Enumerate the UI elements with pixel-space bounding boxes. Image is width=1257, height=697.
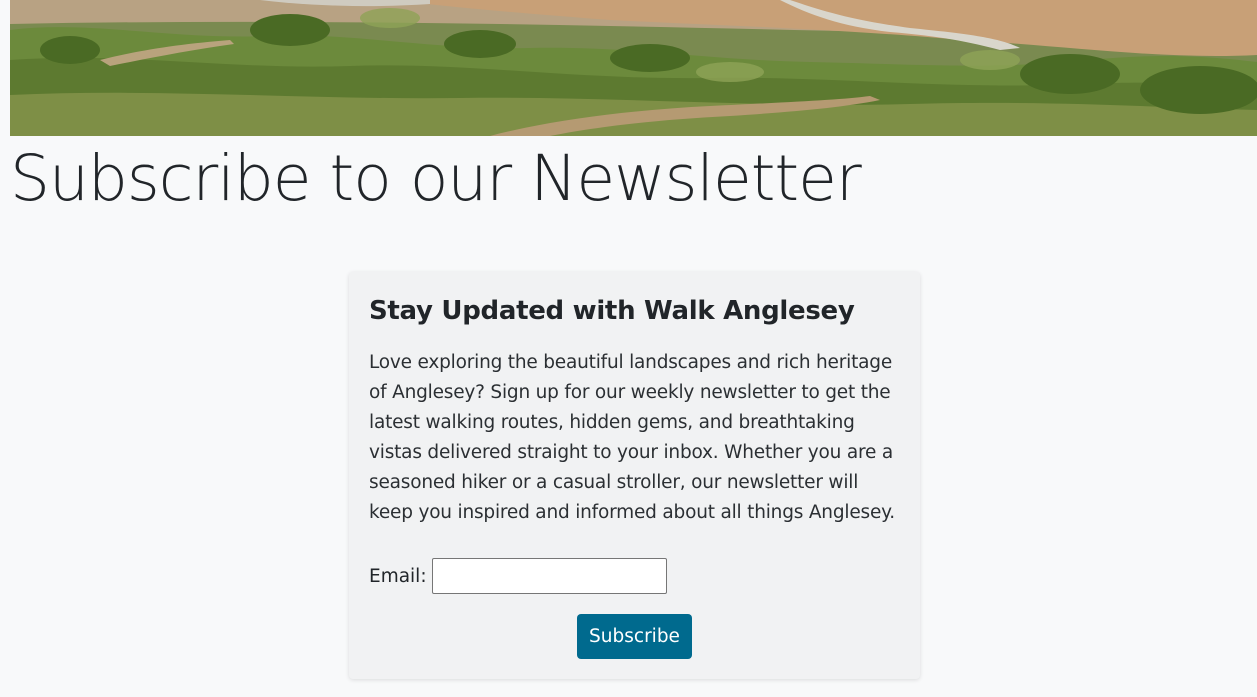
card-description: Love exploring the beautiful landscapes … [369,352,895,523]
subscribe-form: Email: [369,558,900,594]
newsletter-card: Stay Updated with Walk Anglesey Love exp… [349,272,920,679]
email-label: Email: [369,565,427,587]
hero-image [10,0,1257,136]
subscribe-button[interactable]: Subscribe [577,614,692,659]
button-row: Subscribe [369,614,900,659]
card-title: Stay Updated with Walk Anglesey [369,296,855,326]
page-title: Subscribe to our Newsletter [10,142,862,215]
landscape-illustration [10,0,1257,136]
email-field[interactable] [431,558,667,594]
